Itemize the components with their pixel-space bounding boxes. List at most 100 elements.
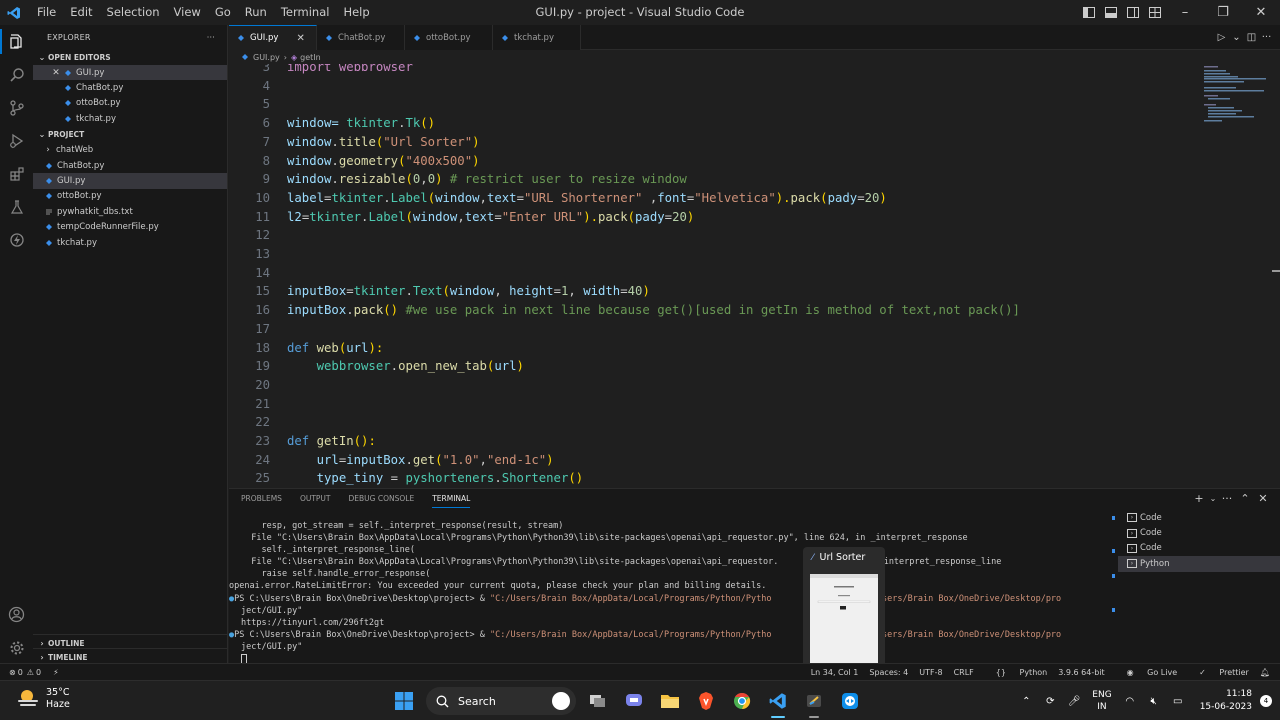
notification-badge[interactable]: 4 xyxy=(1260,695,1272,707)
close-icon[interactable]: ✕ xyxy=(51,68,61,78)
warnings-count[interactable]: 0 xyxy=(36,668,41,677)
breadcrumb-symbol[interactable]: getIn xyxy=(300,53,321,62)
toggle-panel-icon[interactable] xyxy=(1100,0,1122,25)
weather-widget[interactable]: 35°C Haze xyxy=(16,687,70,711)
more-actions-icon[interactable]: ··· xyxy=(1218,492,1236,505)
project-item-chatbot[interactable]: ChatBot.py xyxy=(33,158,227,173)
volume-muted-icon[interactable]: 🔇︎ xyxy=(1142,681,1166,720)
project-item-ottobot[interactable]: ottoBot.py xyxy=(33,189,227,204)
bing-icon[interactable] xyxy=(552,692,570,710)
battery-icon[interactable]: ▭ xyxy=(1166,681,1190,720)
menu-selection[interactable]: Selection xyxy=(100,0,167,25)
settings-gear-icon[interactable] xyxy=(0,631,33,664)
go-live-button[interactable]: ◉ Go Live xyxy=(1116,668,1178,677)
errors-count[interactable]: 0 xyxy=(18,668,23,677)
run-file-icon[interactable]: ▷ xyxy=(1214,32,1229,43)
notifications-bell-icon[interactable]: 🔔︎ xyxy=(1260,668,1270,677)
menu-run[interactable]: Run xyxy=(238,0,274,25)
cursor-position[interactable]: Ln 34, Col 1 xyxy=(811,668,859,677)
explorer-icon[interactable] xyxy=(0,25,33,58)
terminal-dropdown-icon[interactable]: ⌄ xyxy=(1208,494,1218,503)
close-tab-icon[interactable]: ✕ xyxy=(296,33,304,44)
project-item-pywhatkit[interactable]: pywhatkit_dbs.txt xyxy=(33,204,227,219)
error-icon[interactable]: ⊗ xyxy=(9,668,16,677)
tab-debug-console[interactable]: DEBUG CONSOLE xyxy=(349,489,415,508)
close-panel-icon[interactable]: ✕ xyxy=(1254,492,1272,505)
run-dropdown-icon[interactable]: ⌄ xyxy=(1229,32,1244,43)
tab-output[interactable]: OUTPUT xyxy=(300,489,331,508)
run-debug-icon[interactable] xyxy=(0,124,33,157)
customize-layout-icon[interactable] xyxy=(1144,0,1166,25)
sync-icon[interactable]: ⟳ xyxy=(1038,681,1062,720)
project-item-gui[interactable]: GUI.py xyxy=(33,173,227,189)
menu-edit[interactable]: Edit xyxy=(63,0,99,25)
explorer-more-button[interactable]: ··· xyxy=(207,33,215,42)
close-window-button[interactable]: ✕ xyxy=(1242,0,1280,25)
open-editor-gui[interactable]: ✕ GUI.py xyxy=(33,65,227,81)
language-mode[interactable]: {} Python xyxy=(985,668,1047,677)
task-view-button[interactable] xyxy=(580,681,616,720)
taskbar-preview[interactable]: ⁄ Url Sorter xyxy=(803,547,885,670)
tab-problems[interactable]: PROBLEMS xyxy=(241,489,282,508)
extensions-icon[interactable] xyxy=(0,157,33,190)
minimize-button[interactable]: – xyxy=(1166,0,1204,25)
vscode-taskbar-button[interactable] xyxy=(760,681,796,720)
prettier-button[interactable]: ✓ Prettier xyxy=(1188,668,1249,677)
minimap[interactable] xyxy=(1200,64,1270,134)
open-editors-header[interactable]: ⌄ OPEN EDITORS xyxy=(33,49,227,65)
terminal-item[interactable]: › Python xyxy=(1118,556,1280,572)
maximize-button[interactable]: ❐ xyxy=(1204,0,1242,25)
new-terminal-icon[interactable]: + xyxy=(1190,492,1208,505)
broadcast-icon[interactable]: ⚡ xyxy=(53,668,59,677)
menu-view[interactable]: View xyxy=(167,0,208,25)
tab-gui[interactable]: GUI.py ✕ xyxy=(229,25,317,50)
code-editor[interactable]: 3 import webbrowser 4 5 6 window= tkinter.… xyxy=(229,64,1280,488)
taskbar-search[interactable]: Search xyxy=(426,687,576,715)
tab-ottobot[interactable]: ottoBot.py xyxy=(405,25,493,50)
microphone-icon[interactable]: 🎤︎ xyxy=(1062,681,1086,720)
menu-terminal[interactable]: Terminal xyxy=(274,0,337,25)
brave-browser-button[interactable] xyxy=(688,681,724,720)
indentation[interactable]: Spaces: 4 xyxy=(869,668,908,677)
testing-icon[interactable] xyxy=(0,190,33,223)
encoding[interactable]: UTF-8 xyxy=(919,668,942,677)
tab-tkchat[interactable]: tkchat.py xyxy=(493,25,581,50)
language-indicator[interactable]: ENG IN xyxy=(1092,689,1111,713)
terminal-item[interactable]: › Code xyxy=(1118,525,1280,540)
terminal-item[interactable]: › Code xyxy=(1118,541,1280,556)
warning-icon[interactable]: ⚠ xyxy=(27,668,34,677)
chrome-browser-button[interactable] xyxy=(724,681,760,720)
menu-file[interactable]: File xyxy=(30,0,63,25)
open-editor-ottobot[interactable]: ottoBot.py xyxy=(33,96,227,111)
preview-thumbnail[interactable] xyxy=(810,574,878,664)
project-item-chatweb[interactable]: › chatWeb xyxy=(33,143,227,158)
terminal-output[interactable]: resp, got_stream = self._interpret_respo… xyxy=(229,520,1111,665)
account-icon[interactable] xyxy=(0,598,33,631)
more-actions-icon[interactable]: ··· xyxy=(1259,32,1274,43)
tab-chatbot[interactable]: ChatBot.py xyxy=(317,25,405,50)
source-control-icon[interactable] xyxy=(0,91,33,124)
show-hidden-icons-button[interactable]: ⌃ xyxy=(1014,681,1038,720)
split-editor-icon[interactable]: ◫ xyxy=(1244,32,1259,43)
python-interpreter[interactable]: 3.9.6 64-bit xyxy=(1058,668,1104,677)
toggle-secondary-sidebar-icon[interactable] xyxy=(1122,0,1144,25)
search-icon[interactable] xyxy=(0,58,33,91)
open-editor-tkchat[interactable]: tkchat.py xyxy=(33,111,227,126)
terminal-item[interactable]: › Code xyxy=(1118,510,1280,525)
start-button[interactable] xyxy=(386,681,422,720)
python-app-taskbar-button[interactable] xyxy=(796,681,832,720)
project-item-tempcoderunner[interactable]: tempCodeRunnerFile.py xyxy=(33,220,227,235)
open-editor-chatbot[interactable]: ChatBot.py xyxy=(33,80,227,95)
teams-chat-button[interactable] xyxy=(616,681,652,720)
wifi-icon[interactable]: ◠ xyxy=(1118,681,1142,720)
menu-go[interactable]: Go xyxy=(208,0,238,25)
maximize-panel-icon[interactable]: ⌃ xyxy=(1236,492,1254,505)
toggle-sidebar-icon[interactable] xyxy=(1078,0,1100,25)
line-endings[interactable]: CRLF xyxy=(954,668,974,677)
breadcrumb-file[interactable]: GUI.py xyxy=(253,53,280,62)
teamviewer-button[interactable] xyxy=(832,681,868,720)
project-item-tkchat[interactable]: tkchat.py xyxy=(33,235,227,250)
remote-icon[interactable] xyxy=(0,223,33,256)
clock[interactable]: 11:18 15-06-2023 xyxy=(1200,688,1252,714)
tab-terminal[interactable]: TERMINAL xyxy=(432,489,471,508)
